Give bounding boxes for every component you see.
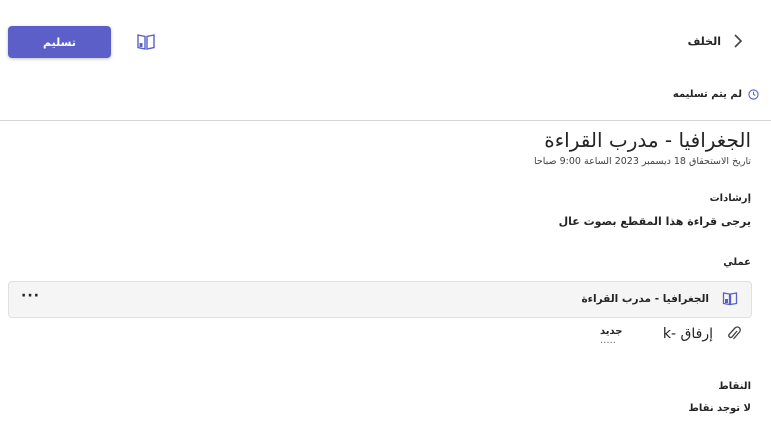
new-dropdown-dots: .....: [600, 335, 616, 346]
immersive-reader-icon: [137, 34, 155, 50]
header-divider: [0, 120, 771, 121]
points-heading: النقاط: [718, 381, 751, 392]
paperclip-icon: [728, 326, 741, 340]
more-icon[interactable]: ···: [21, 288, 40, 304]
book-icon: [722, 292, 738, 306]
chevron-left-icon: [734, 34, 743, 48]
due-date: تاريخ الاستحقاق 18 ديسمبر 2023 الساعة 9:…: [534, 156, 751, 167]
submit-button-label: تسليم: [43, 35, 76, 49]
attach-label: إرفاق -k: [662, 326, 713, 342]
back-label: الخلف: [687, 34, 721, 48]
work-item-title: الجغرافيا - مدرب القراءة: [581, 293, 709, 305]
points-text: لا توجد نقاط: [688, 403, 751, 414]
back-button[interactable]: الخلف: [688, 31, 745, 51]
submit-button[interactable]: تسليم: [8, 26, 111, 58]
attach-button[interactable]: إرفاق -k: [663, 326, 741, 342]
instructions-text: يرجى قراءة هذا المقطع بصوت عال: [558, 215, 751, 228]
instructions-heading: إرشادات: [709, 193, 751, 204]
work-item-card[interactable]: الجغرافيا - مدرب القراءة ···: [8, 281, 752, 318]
assignment-title: الجغرافيا - مدرب القراءة: [544, 128, 751, 152]
status-indicator: لم يتم تسليمه: [673, 89, 759, 100]
status-text: لم يتم تسليمه: [672, 89, 742, 100]
my-work-heading: عملي: [723, 257, 751, 268]
clock-icon: [748, 89, 759, 100]
immersive-reader-button[interactable]: [136, 33, 156, 51]
